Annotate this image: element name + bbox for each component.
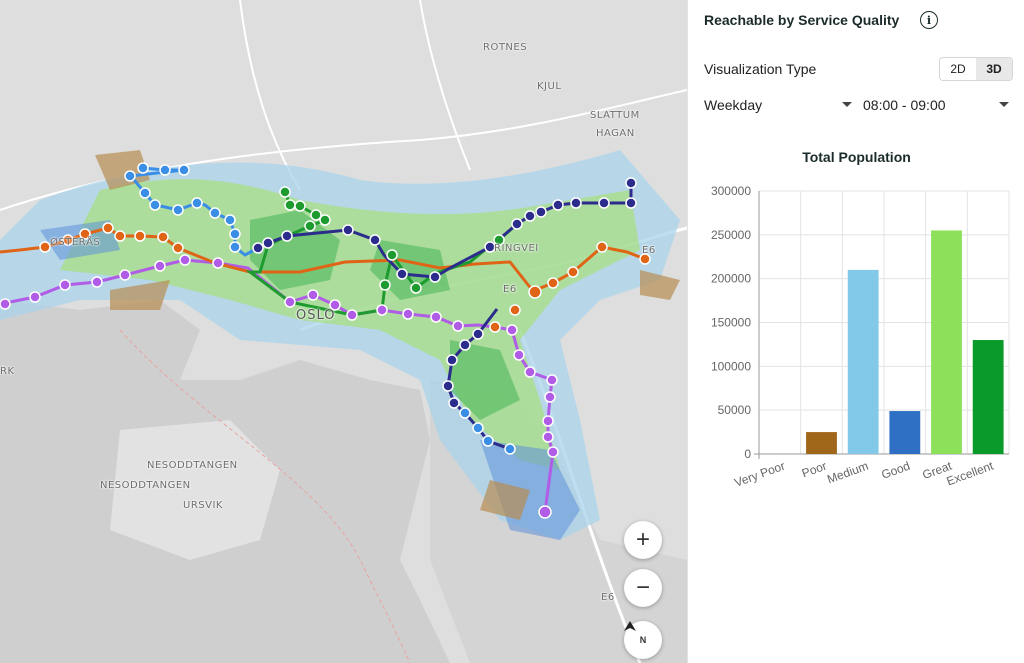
y-tick-label: 50000 [718,403,752,417]
place-label-hagan: HAGAN [596,128,635,139]
place-label-nesoddtangen-2: NESODDTANGEN [100,480,191,491]
plus-icon: + [635,526,650,553]
x-tick-label: Very Poor [733,459,787,490]
map-canvas[interactable] [0,0,687,663]
y-tick-label: 0 [744,447,751,461]
time-select-value: 08:00 - 09:00 [863,97,946,113]
minus-icon: − [635,574,650,601]
visualization-type-label: Visualization Type [704,61,817,77]
compass-arrow-icon [624,621,636,631]
panel-title: Reachable by Service Quality [704,12,900,28]
bar-good[interactable] [889,411,921,454]
y-tick-label: 150000 [711,316,751,330]
place-label-nesoddtangen-1: NESODDTANGEN [147,460,238,471]
toggle-2d-button[interactable]: 2D [940,58,976,80]
bar-poor[interactable] [806,432,837,454]
zoom-out-button[interactable]: − [624,569,662,607]
toggle-3d-button[interactable]: 3D [976,58,1012,80]
x-tick-label: Good [879,459,911,482]
x-tick-label: Poor [800,459,829,481]
place-label-oslo: OSLO [296,308,336,323]
visualization-type-toggle[interactable]: 2D 3D [939,57,1013,81]
place-label-kjul: KJUL [537,81,562,92]
map-view[interactable]: ROTNES KJUL SLATTUM HAGAN ØSTERÅS OSLO N… [0,0,687,663]
compass-button[interactable]: N [624,621,662,659]
bar-great[interactable] [931,230,962,454]
bar-medium[interactable] [847,269,879,454]
time-select[interactable]: 08:00 - 09:00 [863,94,1009,116]
population-bar-chart: 0 50000 100000 150000 200000 250000 300000 Very… [711,184,1010,490]
bar-excellent[interactable] [972,340,1004,454]
road-label-e6: E6 [503,284,517,295]
road-label-ringvei: RINGVEI [494,243,539,254]
place-label-rotnes: ROTNES [483,42,528,53]
place-label-rk: RK [0,366,15,377]
x-tick-label: Medium [825,459,870,487]
y-tick-label: 250000 [711,228,751,242]
x-tick-label: Excellent [945,458,996,488]
place-label-slattum: SLATTUM [590,110,640,121]
place-label-osteras: ØSTERÅS [50,237,101,248]
chart-title: Total Population [802,149,911,165]
road-label-e6: E6 [642,245,656,256]
chevron-down-icon [999,102,1009,107]
chevron-down-icon [842,102,852,107]
zoom-in-button[interactable]: + [624,521,662,559]
compass-north-label: N [639,634,647,645]
info-icon[interactable]: i [920,11,938,29]
y-tick-label: 100000 [711,359,751,373]
y-tick-label: 200000 [711,272,751,286]
day-select[interactable]: Weekday [704,94,852,116]
road-label-e6: E6 [601,592,615,603]
y-tick-label: 300000 [711,184,751,198]
day-select-value: Weekday [704,97,763,113]
place-label-ursvik: URSVIK [183,500,223,511]
side-panel: Reachable by Service Quality i Visualiza… [687,0,1024,663]
